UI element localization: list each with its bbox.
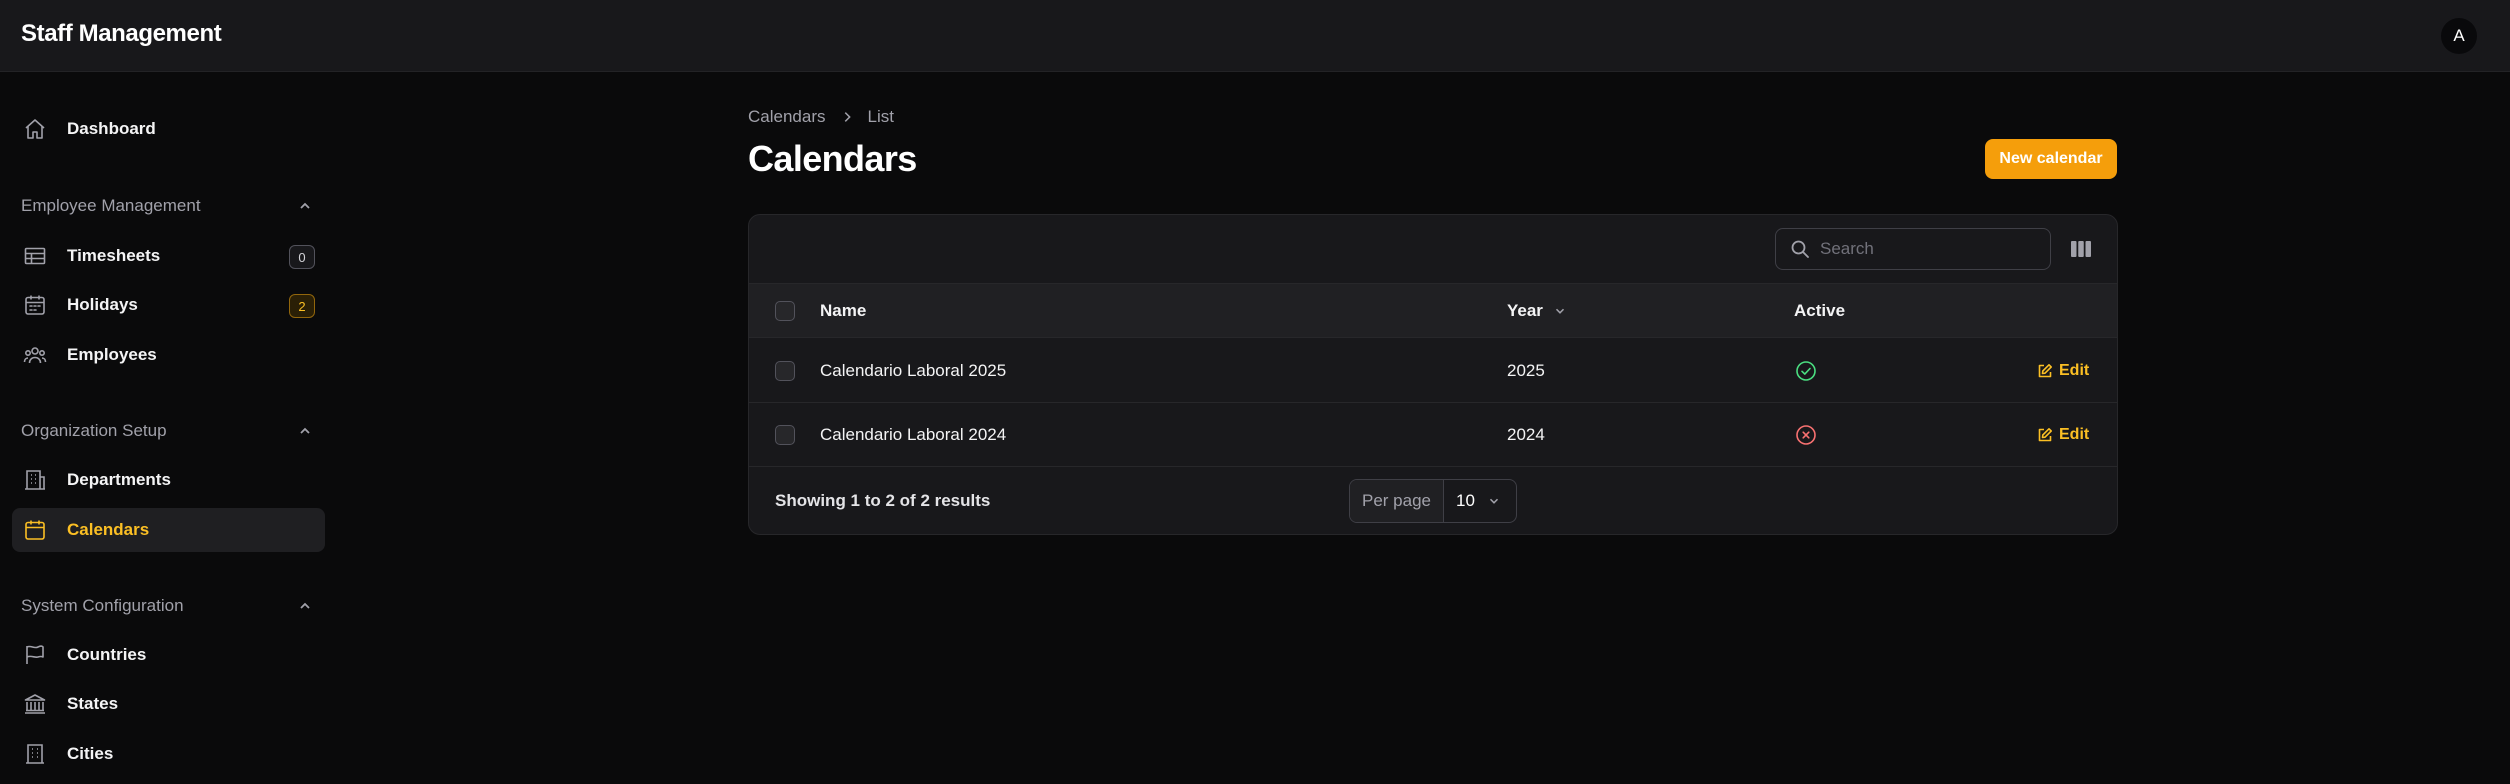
calendar-icon — [22, 517, 48, 543]
group-label: Organization Setup — [21, 421, 167, 440]
top-bar: Staff Management A — [0, 0, 2510, 72]
sidebar-item-holidays[interactable]: Holidays 2 — [12, 283, 325, 327]
chevron-up-icon[interactable] — [294, 420, 316, 442]
chevron-right-icon — [840, 110, 854, 124]
group-system-configuration[interactable]: System Configuration — [21, 594, 316, 618]
results-summary: Showing 1 to 2 of 2 results — [775, 491, 991, 510]
check-circle-icon — [1794, 339, 1818, 402]
sidebar-item-label: Dashboard — [67, 119, 156, 138]
sidebar-item-countries[interactable]: Countries — [12, 633, 325, 677]
column-toggle-icon[interactable] — [2067, 235, 2095, 263]
home-icon — [22, 116, 48, 142]
column-header-active: Active — [1794, 300, 1846, 320]
row-year: 2024 — [1507, 424, 1545, 444]
group-label: Employee Management — [21, 196, 201, 215]
building-icon — [22, 741, 48, 767]
search-field[interactable] — [1775, 228, 2051, 270]
sidebar-item-label: Departments — [67, 470, 171, 489]
count-badge: 2 — [289, 294, 315, 318]
sidebar-item-employees[interactable]: Employees — [12, 333, 325, 377]
row-checkbox[interactable] — [775, 360, 795, 381]
sidebar-item-label: Holidays — [67, 295, 138, 314]
count-badge: 0 — [289, 245, 315, 269]
sidebar-item-dashboard[interactable]: Dashboard — [12, 107, 325, 151]
row-name[interactable]: Calendario Laboral 2024 — [820, 403, 1006, 466]
chevron-down-icon — [1487, 494, 1501, 508]
sidebar-item-cities[interactable]: Cities — [12, 732, 325, 776]
breadcrumb-current: List — [867, 107, 894, 126]
group-organization-setup[interactable]: Organization Setup — [21, 419, 316, 443]
per-page-value: 10 — [1456, 491, 1475, 510]
flag-icon — [22, 642, 48, 668]
table-footer: Showing 1 to 2 of 2 results Per page 10 — [749, 467, 2117, 534]
breadcrumb: Calendars List — [748, 107, 894, 127]
table-header: Name Year Active — [749, 283, 2117, 338]
sidebar-item-calendars[interactable]: Calendars — [12, 508, 325, 552]
table-icon — [22, 243, 48, 269]
column-header-name: Name — [820, 300, 867, 320]
edit-link[interactable]: Edit — [2037, 403, 2089, 466]
table-row: Calendario Laboral 2025 2025 Edit — [749, 339, 2117, 403]
pencil-square-icon — [2037, 363, 2053, 379]
chevron-down-icon — [1553, 304, 1567, 318]
breadcrumb-parent[interactable]: Calendars — [748, 107, 826, 127]
building-library-icon — [22, 691, 48, 717]
edit-link[interactable]: Edit — [2037, 339, 2089, 402]
search-icon — [1790, 239, 1810, 259]
app-title[interactable]: Staff Management — [21, 20, 222, 48]
sidebar-item-label: Timesheets — [67, 246, 161, 265]
avatar[interactable]: A — [2441, 18, 2477, 54]
group-label: System Configuration — [21, 596, 184, 615]
search-input[interactable] — [1820, 239, 2040, 259]
sidebar-item-states[interactable]: States — [12, 682, 325, 726]
edit-label: Edit — [2059, 425, 2090, 443]
users-icon — [22, 342, 48, 368]
row-year: 2025 — [1507, 360, 1545, 380]
page-title: Calendars — [748, 138, 917, 179]
pencil-square-icon — [2037, 427, 2053, 443]
building-office-icon — [22, 467, 48, 493]
sidebar-item-label: States — [67, 694, 119, 713]
table-card: Name Year Active Calendario Laboral 2025… — [748, 214, 2118, 535]
column-header-year[interactable]: Year — [1507, 284, 1567, 337]
sidebar-item-label: Employees — [67, 345, 157, 364]
new-calendar-button[interactable]: New calendar — [1985, 139, 2117, 179]
per-page-label: Per page — [1350, 480, 1444, 522]
per-page-select[interactable]: Per page 10 — [1349, 479, 1517, 523]
row-name[interactable]: Calendario Laboral 2025 — [820, 339, 1006, 402]
row-checkbox[interactable] — [775, 424, 795, 445]
select-all-checkbox[interactable] — [775, 300, 795, 321]
group-employee-management[interactable]: Employee Management — [21, 194, 316, 218]
sidebar-item-departments[interactable]: Departments — [12, 458, 325, 502]
table-row: Calendario Laboral 2024 2024 Edit — [749, 403, 2117, 467]
calendar-days-icon — [22, 292, 48, 318]
sidebar-item-label: Countries — [67, 645, 147, 664]
sidebar: Dashboard Employee Management Timesheets… — [0, 72, 340, 784]
column-header-label: Year — [1507, 300, 1543, 320]
x-circle-icon — [1794, 403, 1818, 466]
chevron-up-icon[interactable] — [294, 195, 316, 217]
per-page-dropdown[interactable]: 10 — [1444, 480, 1516, 522]
chevron-up-icon[interactable] — [294, 595, 316, 617]
sidebar-item-label: Cities — [67, 744, 114, 763]
edit-label: Edit — [2059, 361, 2090, 379]
sidebar-item-label: Calendars — [67, 520, 150, 539]
sidebar-item-timesheets[interactable]: Timesheets 0 — [12, 234, 325, 278]
